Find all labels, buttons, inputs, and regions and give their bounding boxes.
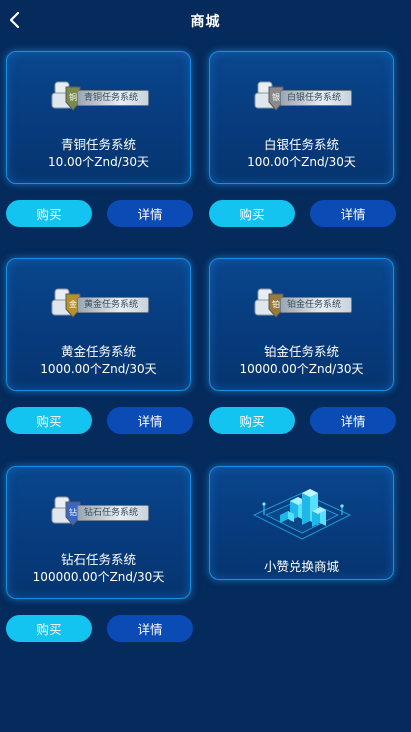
page-title: 商城 <box>190 14 221 30</box>
svg-text:金: 金 <box>69 299 77 309</box>
svg-text:铜: 铜 <box>69 92 77 102</box>
buy-button-silver[interactable]: 购买 <box>209 200 295 227</box>
detail-button-platinum[interactable]: 详情 <box>310 407 396 434</box>
product-price: 1000.00个Znd/30天 <box>40 362 157 376</box>
buy-button-diamond[interactable]: 购买 <box>6 615 92 642</box>
product-card-diamond[interactable]: 钻 钻石任务系统 钻石任务系统 100000.00个Znd/30天 <box>6 466 191 599</box>
back-button[interactable] <box>4 8 26 32</box>
bronze-badge-icon: 铜 青铜任务系统 <box>49 80 153 114</box>
product-name: 铂金任务系统 <box>263 344 339 359</box>
product-name: 青铜任务系统 <box>60 137 136 152</box>
svg-text:钻: 钻 <box>69 507 77 517</box>
top-bar: 商城 <box>0 0 411 42</box>
buy-button-gold[interactable]: 购买 <box>6 407 92 434</box>
diamond-badge-icon: 钻 钻石任务系统 <box>49 495 153 529</box>
product-card-silver[interactable]: 银 白银任务系统 白银任务系统 100.00个Znd/30天 <box>209 51 394 184</box>
product-card-gold[interactable]: 金 黄金任务系统 黄金任务系统 1000.00个Znd/30天 <box>6 258 191 391</box>
product-price: 100000.00个Znd/30天 <box>32 570 165 584</box>
chevron-left-icon <box>9 11 20 29</box>
svg-text:铂: 铂 <box>272 299 280 309</box>
silver-badge-icon: 银 白银任务系统 <box>252 80 356 114</box>
product-name: 钻石任务系统 <box>60 552 136 567</box>
detail-button-diamond[interactable]: 详情 <box>107 615 193 642</box>
buy-button-bronze[interactable]: 购买 <box>6 200 92 227</box>
buy-button-platinum[interactable]: 购买 <box>209 407 295 434</box>
platinum-badge-icon: 铂 铂金任务系统 <box>252 287 356 321</box>
product-name: 黄金任务系统 <box>60 344 136 359</box>
product-card-platinum[interactable]: 铂 铂金任务系统 铂金任务系统 10000.00个Znd/30天 <box>209 258 394 391</box>
product-price: 10000.00个Znd/30天 <box>239 362 364 376</box>
product-card-bronze[interactable]: 铜 青铜任务系统 青铜任务系统 10.00个Znd/30天 <box>6 51 191 184</box>
gold-badge-icon: 金 黄金任务系统 <box>49 287 153 321</box>
svg-text:银: 银 <box>272 92 280 102</box>
product-price: 10.00个Znd/30天 <box>47 155 150 169</box>
detail-button-silver[interactable]: 详情 <box>310 200 396 227</box>
exchange-mall-name: 小赞兑换商城 <box>263 559 339 574</box>
detail-button-gold[interactable]: 详情 <box>107 407 193 434</box>
product-name: 白银任务系统 <box>263 137 339 152</box>
exchange-mall-card[interactable]: 小赞兑换商城 <box>209 466 394 580</box>
product-price: 100.00个Znd/30天 <box>247 155 356 169</box>
city-icon <box>252 489 352 540</box>
detail-button-bronze[interactable]: 详情 <box>107 200 193 227</box>
